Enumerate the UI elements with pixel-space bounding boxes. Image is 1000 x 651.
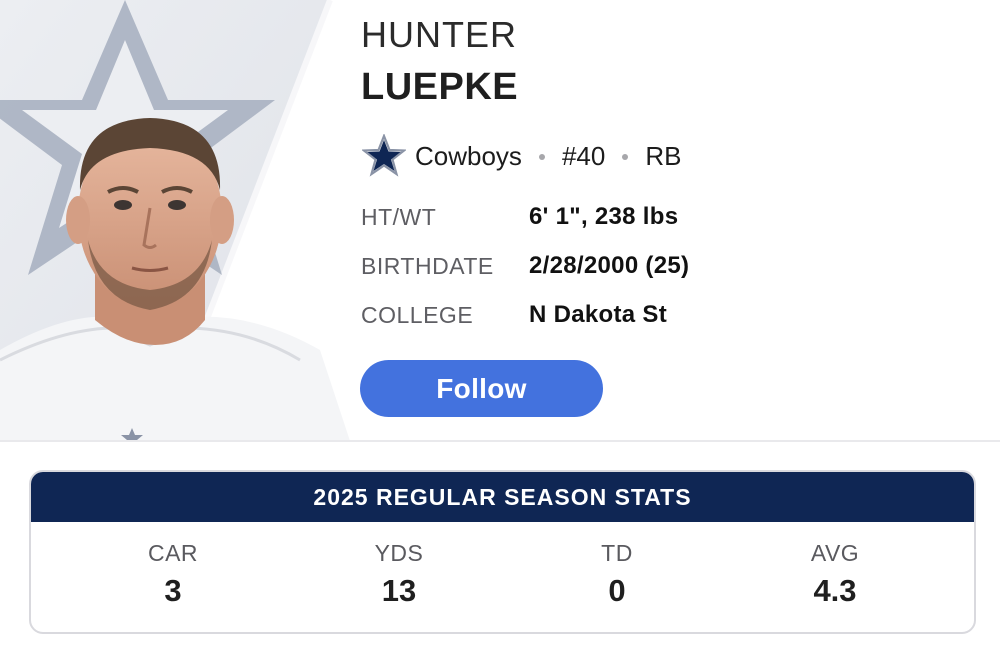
stat-td: TD 0 (537, 540, 697, 609)
stat-label: YDS (374, 540, 424, 566)
detail-label: COLLEGE (361, 302, 474, 328)
detail-value: N Dakota St (529, 301, 667, 328)
section-divider (0, 440, 1000, 442)
stat-yds: YDS 13 (319, 540, 479, 609)
detail-label: HT/WT (361, 204, 437, 230)
player-header: HUNTER LUEPKE Cowboys #40 RB HT/WT 6' 1"… (0, 0, 1000, 441)
season-stats-card: 2025 REGULAR SEASON STATS CAR 3 YDS 13 T… (29, 470, 976, 634)
follow-button[interactable]: Follow (360, 360, 603, 417)
detail-value: 2/28/2000 (25) (529, 252, 690, 279)
stats-title: 2025 REGULAR SEASON STATS (31, 472, 974, 522)
team-line: Cowboys #40 RB (362, 134, 681, 178)
player-first-name: HUNTER (361, 14, 517, 55)
separator-dot (538, 154, 545, 160)
stat-label: TD (601, 540, 633, 566)
player-photo (0, 0, 350, 441)
team-name[interactable]: Cowboys (415, 141, 522, 172)
player-last-name: LUEPKE (361, 66, 519, 108)
stat-value: 13 (381, 573, 417, 608)
separator-dot (622, 154, 629, 160)
stat-label: AVG (810, 540, 860, 566)
jersey-number: #40 (561, 140, 606, 171)
stat-value: 0 (608, 573, 626, 608)
stat-value: 4.3 (813, 573, 857, 608)
detail-value: 6' 1", 238 lbs (529, 203, 679, 230)
stat-car: CAR 3 (93, 540, 253, 609)
detail-label: BIRTHDATE (361, 253, 494, 279)
stat-avg: AVG 4.3 (755, 540, 915, 609)
stat-label: CAR (147, 540, 199, 566)
cowboys-star-icon[interactable] (362, 134, 406, 178)
player-position: RB (645, 140, 682, 171)
stats-row: CAR 3 YDS 13 TD 0 AVG 4.3 (31, 522, 974, 632)
stat-value: 3 (164, 573, 182, 608)
